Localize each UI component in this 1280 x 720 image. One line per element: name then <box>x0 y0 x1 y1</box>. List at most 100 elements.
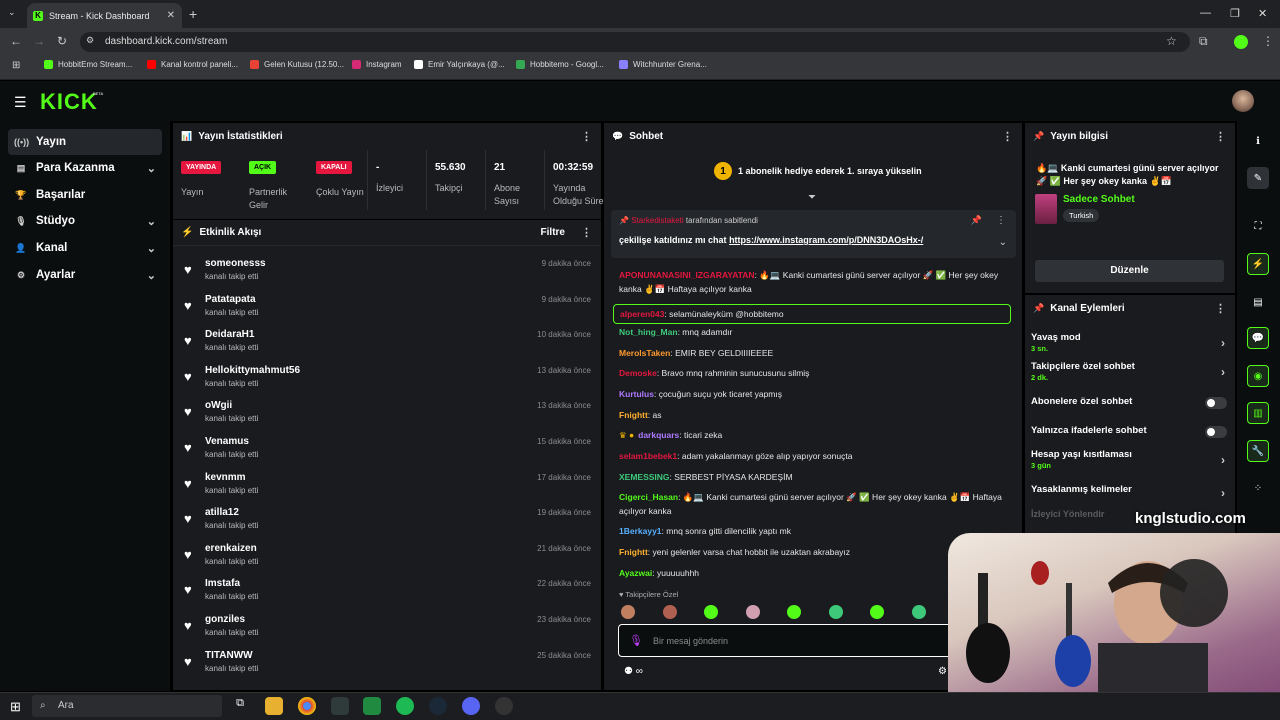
sidebar-item-studio[interactable]: 🎙 Stüdyo ⌄ <box>8 208 162 234</box>
activity-username[interactable]: TITANWW <box>205 650 253 661</box>
chat-username[interactable]: XEMESSING <box>619 472 670 482</box>
document-icon[interactable]: ▤ <box>1247 291 1269 313</box>
app-terminal-icon[interactable] <box>331 697 349 715</box>
scroll-down-icon[interactable]: ⏷ <box>808 192 816 203</box>
emote-icon[interactable] <box>870 605 884 619</box>
category-thumbnail[interactable] <box>1035 194 1057 224</box>
bookmark-item[interactable]: Gelen Kutusu (12.50... <box>250 60 344 69</box>
filter-button[interactable]: Filtre <box>541 227 565 238</box>
bookmark-item[interactable]: Instagram <box>352 60 402 69</box>
chat-username[interactable]: alperen043 <box>620 309 664 319</box>
chevron-right-icon[interactable]: › <box>1221 336 1225 350</box>
address-bar[interactable]: dashboard.kick.com/stream <box>80 32 1190 52</box>
activity-username[interactable]: Venamus <box>205 436 249 447</box>
channel-action-row[interactable]: Takipçilere özel sohbet 2 dk. › <box>1031 361 1229 382</box>
chevron-right-icon[interactable]: › <box>1221 365 1225 379</box>
chevron-down-icon[interactable]: ⌄ <box>147 215 156 228</box>
unpin-icon[interactable]: 📌 <box>971 215 982 226</box>
chat-username[interactable]: Not_hing_Man <box>619 327 678 337</box>
activity-username[interactable]: Hellokittymahmut56 <box>205 365 300 376</box>
more-rail-icon[interactable]: ⁘ <box>1247 477 1269 499</box>
app-green-icon[interactable] <box>363 697 381 715</box>
chat-username[interactable]: APONUNANASINI_IZGARAYATAN <box>619 270 755 280</box>
gift-banner-text[interactable]: 1 abonelik hediye ederek 1. sıraya yükse… <box>738 166 922 176</box>
activity-username[interactable]: someonesss <box>205 258 266 269</box>
lightning-rail-icon[interactable]: ⚡ <box>1247 253 1269 275</box>
bookmark-item[interactable]: Witchhunter Grena... <box>619 60 707 69</box>
emote-icon[interactable] <box>704 605 718 619</box>
stats-menu-icon[interactable]: ⋮ <box>581 130 592 143</box>
chat-username[interactable]: MerolsTaken <box>619 348 670 358</box>
user-avatar[interactable] <box>1232 90 1254 112</box>
toggle-switch[interactable] <box>1205 426 1227 438</box>
chat-username[interactable]: 1Berkayy1 <box>619 526 662 536</box>
kick-logo[interactable]: KICK <box>40 89 98 115</box>
chevron-down-icon[interactable]: ⌄ <box>147 162 156 175</box>
activity-menu-icon[interactable]: ⋮ <box>581 226 592 239</box>
task-view-icon[interactable]: ⧉ <box>231 697 249 715</box>
steam-icon[interactable] <box>429 697 447 715</box>
emote-icon[interactable] <box>828 605 843 619</box>
obs-icon[interactable] <box>495 697 513 715</box>
activity-username[interactable]: Imstafa <box>205 578 240 589</box>
broadcast-rail-icon[interactable]: ◉ <box>1247 365 1269 387</box>
chat-username[interactable]: selam1bebek1 <box>619 451 677 461</box>
fullscreen-icon[interactable]: ⛶ <box>1247 215 1269 237</box>
info-icon[interactable]: ℹ <box>1247 130 1269 152</box>
chat-menu-icon[interactable]: ⋮ <box>1002 130 1013 143</box>
windows-start-icon[interactable]: ⊞ <box>10 699 21 715</box>
activity-username[interactable]: erenkaizen <box>205 543 257 554</box>
emote-icon[interactable] <box>745 605 760 619</box>
chat-input[interactable]: 🎙 Bir mesaj gönderin <box>618 624 958 657</box>
chat-username[interactable]: Cigerci_Hasan <box>619 492 678 502</box>
bookmark-item[interactable]: HobbitEmo Stream... <box>44 60 132 69</box>
activity-username[interactable]: gonziles <box>205 614 245 625</box>
chat-username[interactable]: Fnightt <box>619 547 648 557</box>
restore-icon[interactable]: ❐ <box>1230 7 1240 20</box>
activity-username[interactable]: atilla12 <box>205 507 239 518</box>
chat-settings-icon[interactable]: ⚙ <box>938 666 947 677</box>
pinned-link[interactable]: https://www.instagram.com/p/DNN3DAOsHx-/ <box>729 235 923 245</box>
pinned-menu-icon[interactable]: ⋮ <box>996 215 1006 226</box>
chat-tools-icon[interactable]: ⚉ ∞ <box>624 666 643 677</box>
spotify-icon[interactable] <box>396 697 414 715</box>
bookmark-star-icon[interactable]: ☆ <box>1166 34 1177 48</box>
sidebar-item-broadcast[interactable]: ((•)) Yayın <box>8 129 162 155</box>
category-name[interactable]: Sadece Sohbet <box>1063 194 1135 205</box>
chevron-right-icon[interactable]: › <box>1221 453 1225 467</box>
activity-username[interactable]: kevnmm <box>205 472 246 483</box>
emote-icon[interactable] <box>787 605 801 619</box>
chat-username[interactable]: darkquars <box>638 430 679 440</box>
edit-button[interactable]: Düzenle <box>1035 260 1224 282</box>
sidebar-item-channel[interactable]: 👤 Kanal ⌄ <box>8 235 162 261</box>
chat-username[interactable]: Fnightt <box>619 410 648 420</box>
bookmark-item[interactable]: Emir Yalçınkaya (@... <box>414 60 505 69</box>
expand-pinned-icon[interactable]: ⌄ <box>999 237 1007 248</box>
pinned-by-user[interactable]: Starkedistaketi <box>631 216 683 225</box>
channel-action-row[interactable]: Yalnızca ifadelerle sohbet <box>1031 425 1229 438</box>
chevron-right-icon[interactable]: › <box>1221 486 1225 500</box>
extensions-icon[interactable]: ⧉ <box>1199 34 1208 49</box>
back-icon[interactable]: ← <box>10 34 22 48</box>
emote-icon[interactable] <box>621 605 635 619</box>
taskbar-search[interactable]: ⌕ Ara <box>32 695 222 717</box>
actions-menu-icon[interactable]: ⋮ <box>1215 302 1226 315</box>
chevron-down-icon[interactable]: ⌄ <box>147 242 156 255</box>
apps-grid-icon[interactable]: ⊞ <box>12 60 20 71</box>
sidebar-item-trophy[interactable]: 🏆 Başarılar <box>8 182 162 208</box>
channel-action-row[interactable]: Hesap yaşı kısıtlaması 3 gün › <box>1031 449 1229 470</box>
info-menu-icon[interactable]: ⋮ <box>1215 130 1226 143</box>
activity-username[interactable]: DeidaraH1 <box>205 329 254 340</box>
emote-icon[interactable] <box>911 605 926 619</box>
tools-rail-icon[interactable]: 🔧 <box>1247 440 1269 462</box>
channel-action-row[interactable]: Abonelere özel sohbet <box>1031 396 1229 409</box>
new-tab-icon[interactable]: + <box>189 6 197 22</box>
edit-pencil-icon[interactable]: ✎ <box>1247 167 1269 189</box>
site-info-icon[interactable]: ⚙ <box>86 35 94 46</box>
bookmark-item[interactable]: Hobbitemo - Googl... <box>516 60 604 69</box>
close-window-icon[interactable]: ✕ <box>1258 7 1267 20</box>
browser-tab[interactable]: K Stream - Kick Dashboard ✕ <box>27 3 182 28</box>
channel-action-row[interactable]: Yasaklanmış kelimeler › <box>1031 484 1229 500</box>
microphone-icon[interactable]: 🎙 <box>629 634 643 647</box>
reload-icon[interactable]: ↻ <box>57 34 67 48</box>
